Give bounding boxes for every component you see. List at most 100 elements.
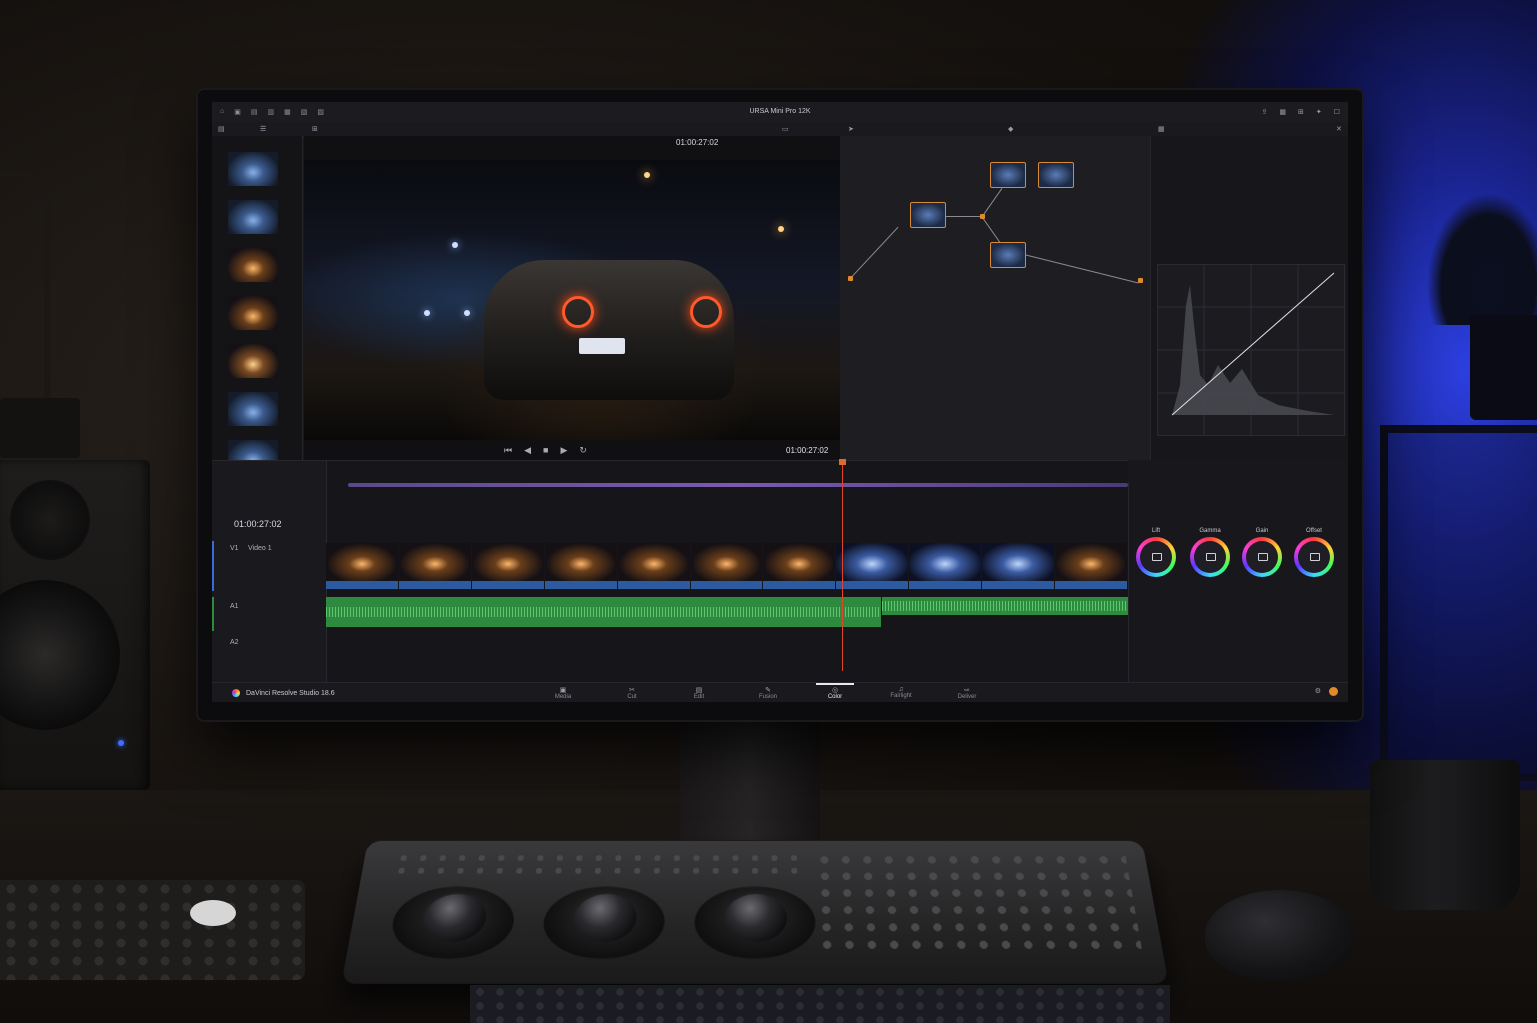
cut-page-icon: ✂	[629, 687, 635, 694]
color-wheels-panel: Lift Gamma Gain Offset	[1128, 482, 1348, 682]
toolbar: ▤ ☰ ⊞ ▭ ➤ ◆ ▦ ✕	[212, 122, 1348, 137]
page-tab-color[interactable]: ◎ Color	[808, 683, 862, 700]
playhead-handle[interactable]	[839, 459, 846, 465]
lightbox-icon[interactable]: ☐	[1334, 108, 1340, 116]
gain-wheel[interactable]	[1242, 537, 1282, 577]
node-connection	[1023, 254, 1139, 284]
media-thumbnail[interactable]	[228, 344, 278, 378]
jog-knob	[190, 900, 236, 926]
page-tab-fusion[interactable]: ✎ Fusion	[741, 686, 795, 700]
curves-svg	[1158, 265, 1344, 435]
page-tab-fairlight[interactable]: ♫ Fairlight	[874, 686, 928, 699]
media-thumbnail[interactable]	[228, 200, 278, 234]
timeline-ruler[interactable]	[326, 461, 1128, 473]
transport-buttons: ⏮ ◀ ■ ▶ ↻	[504, 445, 587, 456]
video-clip[interactable]	[471, 543, 544, 589]
video-clip[interactable]	[326, 543, 398, 589]
media-pool	[212, 136, 303, 474]
wheel-offset[interactable]: Offset	[1291, 528, 1337, 577]
wheel-label-lift: Lift	[1151, 528, 1160, 534]
trackball-gamma	[540, 886, 666, 959]
close-icon[interactable]: ✕	[1336, 125, 1342, 133]
fairlight-page-icon: ♫	[898, 686, 904, 693]
video-clip[interactable]	[1055, 543, 1127, 589]
page-tab-media[interactable]: ▣ Media	[536, 686, 590, 700]
track-name-v1[interactable]: Video 1	[248, 545, 272, 552]
city-light	[464, 310, 470, 316]
video-clip[interactable]	[763, 543, 836, 589]
node-01[interactable]	[910, 202, 946, 228]
video-clip[interactable]	[617, 543, 690, 589]
play-icon[interactable]: ▶	[560, 445, 567, 456]
node-junction[interactable]	[980, 214, 985, 219]
wheel-gain[interactable]: Gain	[1239, 528, 1285, 577]
node-04[interactable]	[990, 242, 1026, 268]
timeline-timecode[interactable]: 01:00:27:02	[234, 519, 282, 529]
loop-icon[interactable]: ↻	[579, 445, 587, 456]
node-03[interactable]	[1038, 162, 1074, 188]
audio-clip[interactable]	[882, 597, 1128, 615]
step-back-icon[interactable]: ◀	[524, 445, 531, 456]
media-pool-toggle-icon[interactable]: ▤	[218, 125, 225, 133]
audio-clip[interactable]	[326, 597, 881, 627]
video-clip[interactable]	[398, 543, 471, 589]
page-tab-cut[interactable]: ✂ Cut	[605, 686, 659, 700]
node-output[interactable]	[1138, 278, 1143, 283]
node-connection	[981, 216, 1002, 245]
track-label-a2[interactable]: A2	[230, 639, 239, 646]
video-frame[interactable]	[304, 160, 840, 440]
media-thumbnail[interactable]	[228, 392, 278, 426]
skip-back-icon[interactable]: ⏮	[504, 445, 512, 456]
nodes-icon[interactable]: ⊞	[1298, 108, 1304, 116]
stop-icon[interactable]: ■	[543, 445, 548, 456]
node-connection	[982, 188, 1003, 217]
effects-icon[interactable]: ✦	[1316, 108, 1322, 116]
node-input[interactable]	[848, 276, 853, 281]
edit-page-icon: ▤	[695, 687, 703, 694]
pointer-icon[interactable]: ➤	[848, 125, 854, 133]
panel-toggle-icon[interactable]: ▦	[1158, 125, 1165, 133]
gamma-wheel[interactable]	[1190, 537, 1230, 577]
video-clip[interactable]	[982, 543, 1055, 589]
video-clip[interactable]	[544, 543, 617, 589]
media-thumbnail[interactable]	[228, 152, 278, 186]
resolve-logo-icon	[232, 689, 240, 697]
panel-keys-left	[390, 851, 805, 878]
project-settings-icon[interactable]	[1329, 687, 1338, 696]
video-clip[interactable]	[909, 543, 982, 589]
resolve-screen: ⌂ ▣ ▤ ▥ ▦ ▧ ▨ URSA Mini Pro 12K ⇪ ▦ ⊞ ✦ …	[212, 102, 1348, 702]
clips-icon[interactable]: ▦	[1279, 108, 1286, 116]
track-accent-audio	[212, 597, 214, 631]
video-clip[interactable]	[836, 543, 909, 589]
page-tab-deliver[interactable]: ⇨ Deliver	[940, 686, 994, 700]
list-view-icon[interactable]: ☰	[260, 125, 266, 133]
wheel-gamma[interactable]: Gamma	[1187, 528, 1233, 577]
track-label-v1[interactable]: V1	[230, 545, 239, 552]
curves-graph[interactable]	[1157, 264, 1345, 436]
page-tab-edit[interactable]: ▤ Edit	[672, 686, 726, 700]
timeline-overview[interactable]	[348, 483, 1128, 487]
quick-export-icon[interactable]: ⇪	[1261, 108, 1267, 116]
deliver-page-icon: ⇨	[964, 687, 970, 694]
speaker-tweeter	[10, 480, 90, 560]
wheel-lift[interactable]: Lift	[1133, 528, 1179, 577]
node-options-icon[interactable]: ◆	[1008, 125, 1013, 133]
top-right-tools: ⇪ ▦ ⊞ ✦ ☐	[1261, 108, 1340, 116]
viewer-options-icon[interactable]: ⊞	[312, 125, 318, 133]
offset-wheel[interactable]	[1294, 537, 1334, 577]
brand-label: DaVinci Resolve Studio 18.6	[246, 689, 335, 697]
media-page-icon: ▣	[559, 687, 567, 694]
speaker-woofer	[0, 580, 120, 730]
media-thumbnail[interactable]	[228, 248, 278, 282]
settings-icon[interactable]: ⚙	[1315, 687, 1321, 696]
viewer-timecode[interactable]: 01:00:27:02	[676, 138, 718, 147]
node-02[interactable]	[990, 162, 1026, 188]
video-clip[interactable]	[690, 543, 763, 589]
playhead[interactable]	[839, 459, 846, 671]
panel-keys-right	[813, 851, 1144, 956]
track-label-a1[interactable]: A1	[230, 603, 239, 610]
monitor-stand	[680, 720, 820, 840]
media-thumbnail[interactable]	[228, 296, 278, 330]
lift-wheel[interactable]	[1136, 537, 1176, 577]
viewer-mode-icon[interactable]: ▭	[782, 125, 789, 133]
